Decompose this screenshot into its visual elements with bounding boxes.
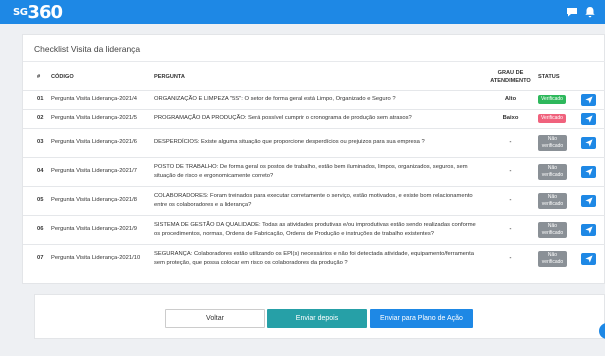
row-action xyxy=(581,243,605,273)
row-num: 04 xyxy=(23,156,49,186)
send-later-button[interactable]: Enviar depois xyxy=(267,309,367,328)
actions-card: Voltar Enviar depois Enviar para Plano d… xyxy=(34,294,605,339)
row-num: 03 xyxy=(23,127,49,157)
header-grade: GRAU DE ATENDIMENTO xyxy=(485,62,536,90)
app-logo[interactable]: SG360 xyxy=(13,2,63,23)
row-grade: - xyxy=(485,127,536,157)
top-bar: SG360 xyxy=(0,0,605,24)
send-button[interactable] xyxy=(581,194,596,207)
header-grade-line2: ATENDIMENTO xyxy=(490,78,531,85)
row-num: 01 xyxy=(23,89,49,109)
row-question: SEGURANÇA: Colaboradores estão utilizand… xyxy=(152,243,485,273)
status-badge: Não verificado xyxy=(538,250,567,267)
table-row: 06 Pergunta Visita Liderança-2021/9 SISTEM… xyxy=(23,214,605,244)
send-button[interactable] xyxy=(581,252,596,265)
status-badge: Não verificado xyxy=(538,221,567,238)
table-row: 03 Pergunta Visita Liderança-2021/6 DESPER… xyxy=(23,127,605,157)
send-icon xyxy=(584,114,593,123)
row-status: Verificado xyxy=(536,89,581,109)
row-action xyxy=(581,185,605,215)
row-grade: - xyxy=(485,243,536,273)
row-action xyxy=(581,214,605,244)
send-button[interactable] xyxy=(581,223,596,236)
row-status: Não verificado xyxy=(536,214,581,244)
status-badge: Verificado xyxy=(538,114,566,123)
row-question: PROGRAMAÇÃO DA PRODUÇÃO: Será possível c… xyxy=(152,108,485,128)
status-badge: Não verificado xyxy=(538,192,567,209)
chat-icon[interactable] xyxy=(566,6,578,18)
row-status: Não verificado xyxy=(536,243,581,273)
row-action xyxy=(581,108,605,128)
send-button[interactable] xyxy=(581,93,596,106)
row-num: 07 xyxy=(23,243,49,273)
status-badge: Verificado xyxy=(538,95,566,104)
row-code: Pergunta Visita Liderança-2021/10 xyxy=(49,243,152,273)
table-header-row: # CÓDIGO PERGUNTA GRAU DE ATENDIMENTO STA… xyxy=(23,62,605,90)
back-button[interactable]: Voltar xyxy=(165,309,265,328)
send-icon xyxy=(584,225,593,234)
row-grade: Baixo xyxy=(485,108,536,128)
checklist-table: # CÓDIGO PERGUNTA GRAU DE ATENDIMENTO STA… xyxy=(23,62,605,273)
table-row: 02 Pergunta Visita Liderança-2021/5 PROGRA… xyxy=(23,108,605,128)
send-icon xyxy=(584,196,593,205)
row-status: Verificado xyxy=(536,108,581,128)
row-code: Pergunta Visita Liderança-2021/7 xyxy=(49,156,152,186)
row-status: Não verificado xyxy=(536,185,581,215)
checklist-card: Checklist Visita da liderança # CÓDIGO P… xyxy=(22,34,605,284)
send-icon xyxy=(584,138,593,147)
row-grade: Alto xyxy=(485,89,536,109)
row-code: Pergunta Visita Liderança-2021/8 xyxy=(49,185,152,215)
status-badge: Não verificado xyxy=(538,163,567,180)
row-grade: - xyxy=(485,156,536,186)
logo-prefix: SG xyxy=(13,7,28,18)
row-code: Pergunta Visita Liderança-2021/5 xyxy=(49,108,152,128)
row-action xyxy=(581,156,605,186)
row-question: SISTEMA DE GESTÃO DA QUALIDADE: Todas as… xyxy=(152,214,485,244)
header-grade-line1: GRAU DE xyxy=(497,70,524,77)
bell-icon[interactable] xyxy=(584,6,596,18)
row-code: Pergunta Visita Liderança-2021/4 xyxy=(49,89,152,109)
table-row: 05 Pergunta Visita Liderança-2021/8 COLABO… xyxy=(23,185,605,215)
send-to-action-plan-button[interactable]: Enviar para Plano de Ação xyxy=(370,309,473,328)
header-action xyxy=(581,62,605,90)
row-num: 02 xyxy=(23,108,49,128)
table-row: 01 Pergunta Visita Liderança-2021/4 ORGANI… xyxy=(23,89,605,109)
row-code: Pergunta Visita Liderança-2021/6 xyxy=(49,127,152,157)
row-question: DESPERDÍCIOS: Existe alguma situação que… xyxy=(152,127,485,157)
row-code: Pergunta Visita Liderança-2021/9 xyxy=(49,214,152,244)
table-row: 07 Pergunta Visita Liderança-2021/10 SEGUR… xyxy=(23,243,605,273)
row-question: POSTO DE TRABALHO: De forma geral os pos… xyxy=(152,156,485,186)
send-icon xyxy=(584,167,593,176)
header-num: # xyxy=(37,74,41,81)
logo-number: 360 xyxy=(27,2,63,23)
table-row: 04 Pergunta Visita Liderança-2021/7 POSTO … xyxy=(23,156,605,186)
send-button[interactable] xyxy=(581,112,596,125)
send-button[interactable] xyxy=(581,165,596,178)
row-num: 06 xyxy=(23,214,49,244)
row-status: Não verificado xyxy=(536,127,581,157)
row-status: Não verificado xyxy=(536,156,581,186)
row-question: COLABORADORES: Foram treinados para exec… xyxy=(152,185,485,215)
header-code: CÓDIGO xyxy=(51,74,74,81)
row-grade: - xyxy=(485,185,536,215)
row-grade: - xyxy=(485,214,536,244)
send-button[interactable] xyxy=(581,136,596,149)
status-badge: Não verificado xyxy=(538,134,567,151)
card-title: Checklist Visita da liderança xyxy=(34,44,141,54)
row-action xyxy=(581,89,605,109)
header-status: STATUS xyxy=(538,74,560,81)
send-icon xyxy=(584,95,593,104)
row-num: 05 xyxy=(23,185,49,215)
send-icon xyxy=(584,255,593,263)
row-action xyxy=(581,127,605,157)
header-question: PERGUNTA xyxy=(154,74,185,81)
row-question: ORGANIZAÇÃO E LIMPEZA "5S": O setor de f… xyxy=(152,89,485,109)
